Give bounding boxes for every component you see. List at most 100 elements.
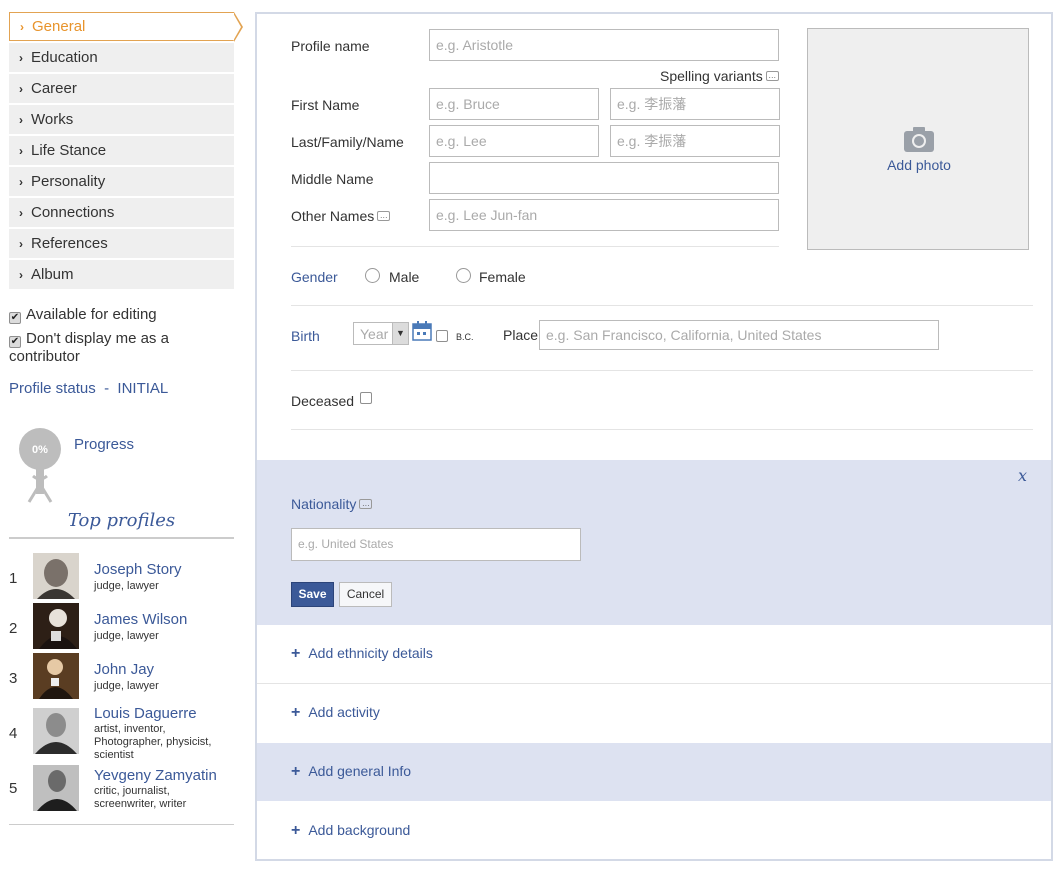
birth-year-select[interactable]: Year ▼ bbox=[353, 322, 409, 345]
top-profile-name[interactable]: John Jay bbox=[94, 661, 154, 678]
plus-icon: + bbox=[291, 704, 301, 721]
chevron-right-icon: › bbox=[19, 82, 23, 96]
save-button[interactable]: Save bbox=[291, 582, 334, 607]
top-profile-rank: 5 bbox=[9, 780, 18, 797]
profile-name-input[interactable]: e.g. Aristotle bbox=[429, 29, 779, 61]
camera-icon bbox=[904, 127, 934, 152]
sidebar-item-label: Album bbox=[31, 266, 74, 283]
add-background-section[interactable]: + Add background bbox=[257, 802, 1051, 860]
cancel-button[interactable]: Cancel bbox=[339, 582, 392, 607]
sidebar-item-education[interactable]: › Education bbox=[9, 43, 234, 72]
place-input[interactable]: e.g. San Francisco, California, United S… bbox=[539, 320, 939, 350]
chevron-right-icon: › bbox=[19, 268, 23, 282]
sidebar-item-label: Education bbox=[31, 49, 98, 66]
bc-label: B.C. bbox=[456, 332, 474, 342]
close-icon[interactable]: x bbox=[1018, 466, 1027, 485]
sidebar-item-label: General bbox=[32, 18, 86, 35]
chevron-right-icon: › bbox=[19, 51, 23, 65]
first-name-input[interactable]: e.g. Bruce bbox=[429, 88, 599, 120]
nationality-text: Nationality bbox=[291, 496, 357, 512]
sidebar-item-label: Life Stance bbox=[31, 142, 107, 159]
add-general-info-link[interactable]: + Add general Info bbox=[291, 763, 411, 781]
middle-name-input[interactable] bbox=[429, 162, 779, 194]
top-profile-name[interactable]: Joseph Story bbox=[94, 561, 182, 578]
add-ethnicity-section[interactable]: + Add ethnicity details bbox=[257, 625, 1051, 683]
top-profiles-title: Top profiles bbox=[67, 510, 176, 531]
first-name-native-input[interactable]: e.g. 李振藩 bbox=[610, 88, 780, 120]
place-label: Place bbox=[503, 327, 539, 343]
add-background-link[interactable]: + Add background bbox=[291, 822, 410, 840]
add-photo-box[interactable]: Add photo bbox=[807, 28, 1029, 250]
info-icon[interactable]: … bbox=[377, 211, 391, 221]
deceased-checkbox[interactable] bbox=[360, 392, 372, 404]
add-activity-label: Add activity bbox=[308, 704, 380, 720]
info-icon[interactable]: … bbox=[359, 499, 373, 509]
top-profile-desc: critic, journalist, screenwriter, writer bbox=[94, 785, 187, 810]
dont-display-checkbox[interactable]: ✔ bbox=[9, 336, 21, 348]
top-profile-name[interactable]: Louis Daguerre bbox=[94, 705, 197, 722]
calendar-icon[interactable] bbox=[412, 321, 432, 341]
birth-year-placeholder: Year bbox=[360, 326, 389, 342]
add-ethnicity-label: Add ethnicity details bbox=[308, 645, 433, 661]
sidebar-item-label: Career bbox=[31, 80, 77, 97]
progress-figure-icon: 0% bbox=[17, 426, 63, 506]
add-activity-link[interactable]: + Add activity bbox=[291, 704, 380, 722]
middle-name-label: Middle Name bbox=[291, 171, 374, 187]
spelling-variants-link[interactable]: Spelling variants… bbox=[660, 68, 779, 84]
available-for-editing-checkbox[interactable]: ✔ bbox=[9, 312, 21, 324]
top-profile-photo[interactable] bbox=[33, 765, 79, 811]
progress-label[interactable]: Progress bbox=[74, 436, 134, 453]
profile-form-panel: Profile name e.g. Aristotle Spelling var… bbox=[255, 12, 1053, 861]
divider bbox=[9, 824, 234, 825]
add-general-info-section[interactable]: + Add general Info bbox=[257, 743, 1051, 801]
sidebar-item-personality[interactable]: › Personality bbox=[9, 167, 234, 196]
other-names-label: Other Names… bbox=[291, 208, 391, 224]
top-profile-name[interactable]: James Wilson bbox=[94, 611, 187, 628]
bc-checkbox[interactable] bbox=[436, 330, 448, 342]
top-profile-desc: judge, lawyer bbox=[94, 630, 159, 642]
last-name-native-input[interactable]: e.g. 李振藩 bbox=[610, 125, 780, 157]
sidebar-item-general[interactable]: › General bbox=[9, 12, 243, 42]
sidebar-item-works[interactable]: › Works bbox=[9, 105, 234, 134]
progress-percent: 0% bbox=[32, 444, 48, 456]
chevron-right-icon: › bbox=[19, 144, 23, 158]
profile-status-value: INITIAL bbox=[117, 380, 169, 397]
sidebar-item-label: Connections bbox=[31, 204, 115, 221]
plus-icon: + bbox=[291, 763, 301, 780]
last-name-input[interactable]: e.g. Lee bbox=[429, 125, 599, 157]
available-for-editing-label: Available for editing bbox=[26, 306, 157, 323]
divider bbox=[291, 429, 1033, 430]
top-profile-desc: judge, lawyer bbox=[94, 680, 159, 692]
top-profile-rank: 2 bbox=[9, 620, 18, 637]
nationality-input[interactable]: e.g. United States bbox=[291, 528, 581, 561]
other-names-input[interactable]: e.g. Lee Jun-fan bbox=[429, 199, 779, 231]
add-activity-section[interactable]: + Add activity bbox=[257, 684, 1051, 742]
chevron-right-icon: › bbox=[19, 206, 23, 220]
available-for-editing-row: ✔ Available for editing bbox=[9, 306, 157, 324]
top-profile-photo[interactable] bbox=[33, 653, 79, 699]
first-name-label: First Name bbox=[291, 97, 360, 113]
gender-female-label[interactable]: Female bbox=[479, 269, 526, 285]
top-profile-name[interactable]: Yevgeny Zamyatin bbox=[94, 767, 217, 784]
sidebar-item-career[interactable]: › Career bbox=[9, 74, 234, 103]
top-profile-photo[interactable] bbox=[33, 553, 79, 599]
sidebar-item-connections[interactable]: › Connections bbox=[9, 198, 234, 227]
gender-male-label[interactable]: Male bbox=[389, 269, 419, 285]
gender-female-radio[interactable] bbox=[456, 268, 471, 283]
add-general-info-label: Add general Info bbox=[308, 763, 412, 779]
other-names-text: Other Names bbox=[291, 208, 375, 224]
sidebar-item-life-stance[interactable]: › Life Stance bbox=[9, 136, 234, 165]
top-profile-photo[interactable] bbox=[33, 708, 79, 754]
top-profile-photo[interactable] bbox=[33, 603, 79, 649]
plus-icon: + bbox=[291, 645, 301, 662]
sidebar-item-album[interactable]: › Album bbox=[9, 260, 234, 289]
divider bbox=[9, 537, 234, 539]
nationality-panel: x Nationality… e.g. United States Save C… bbox=[257, 460, 1051, 625]
divider bbox=[291, 246, 779, 247]
add-ethnicity-link[interactable]: + Add ethnicity details bbox=[291, 645, 433, 663]
gender-male-radio[interactable] bbox=[365, 268, 380, 283]
spelling-variants-label: Spelling variants bbox=[660, 68, 763, 84]
sidebar-item-references[interactable]: › References bbox=[9, 229, 234, 258]
top-profile-rank: 1 bbox=[9, 570, 18, 587]
profile-status-label[interactable]: Profile status bbox=[9, 380, 96, 397]
